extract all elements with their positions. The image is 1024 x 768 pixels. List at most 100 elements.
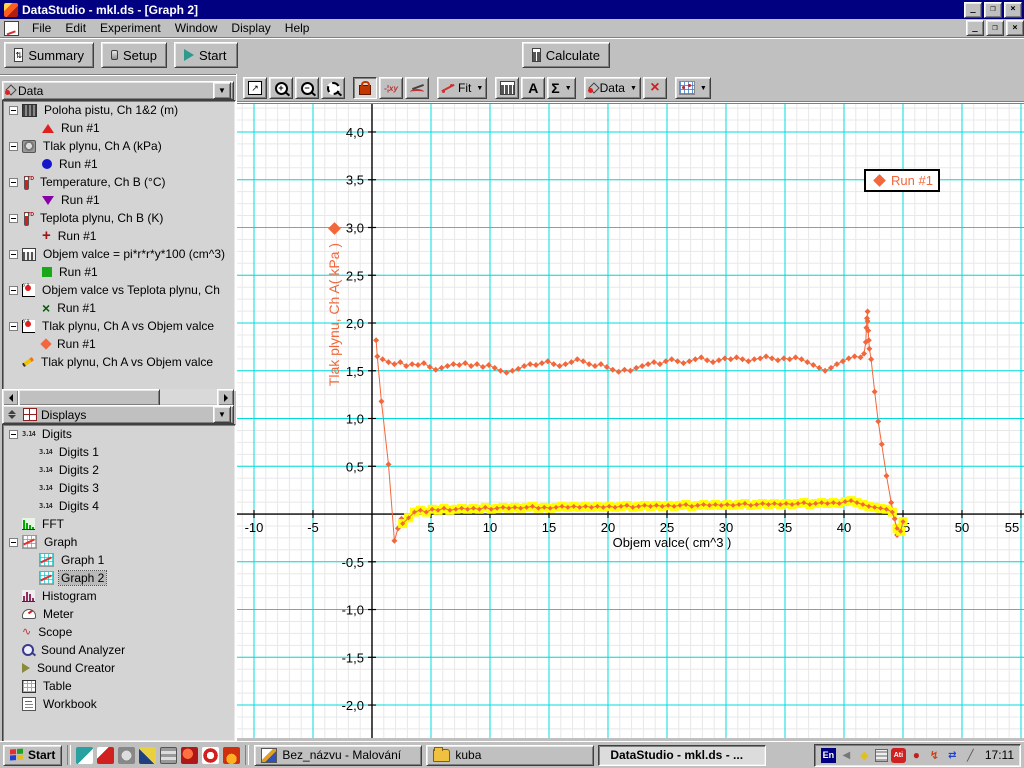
graph-document-icon[interactable] (4, 21, 19, 36)
diamond-tray-icon[interactable]: ◆ (857, 748, 872, 763)
data-dropdown-button[interactable]: ▼ (213, 82, 231, 99)
display-item[interactable]: 3.14Digits (3, 425, 235, 443)
display-child-item[interactable]: 3.14Digits 3 (3, 479, 235, 497)
expand-box[interactable] (9, 214, 18, 223)
data-item[interactable]: Tlak plynu, Ch A vs Objem valce (3, 317, 235, 335)
dropdown-arrow-icon[interactable]: ▼ (630, 85, 637, 92)
expand-box[interactable] (9, 250, 18, 259)
scroll-right-button[interactable] (217, 389, 234, 406)
expand-box[interactable] (9, 538, 18, 547)
power-tray-icon[interactable]: ↯ (927, 748, 942, 763)
run-item[interactable]: ×Run #1 (3, 299, 235, 317)
mdi-close-button[interactable]: × (1006, 20, 1024, 36)
data-panel-header[interactable]: Data ▼ (2, 81, 234, 100)
title-bar[interactable]: DataStudio - mkl.ds - [Graph 2] _ ❐ × (0, 0, 1024, 19)
display-item[interactable]: Meter (3, 605, 235, 623)
pen-icon[interactable] (139, 747, 156, 764)
data-item[interactable]: Poloha pistu, Ch 1&2 (m) (3, 101, 235, 119)
mdi-restore-button[interactable]: ❐ (986, 20, 1004, 36)
zoom-out-button[interactable]: − (295, 77, 319, 99)
run-item[interactable]: +Run #1 (3, 227, 235, 245)
smart-tool-button[interactable] (353, 77, 377, 99)
paint-icon[interactable] (76, 747, 93, 764)
dragon-icon[interactable] (181, 747, 198, 764)
flames-icon[interactable] (223, 747, 240, 764)
opera-icon[interactable] (202, 747, 219, 764)
keyboard-layout-indicator[interactable]: En (821, 748, 836, 763)
close-button[interactable]: × (1004, 2, 1022, 18)
data-item[interactable]: Tlak plynu, Ch A vs Objem valce (3, 353, 235, 371)
task-button-1[interactable]: Bez_názvu - Malování (254, 745, 422, 766)
data-item[interactable]: Temperature, Ch B (°C) (3, 173, 235, 191)
data-menu-button[interactable]: Data▼ (584, 77, 641, 99)
bird-icon[interactable] (118, 747, 135, 764)
slope-tool-button[interactable] (405, 77, 429, 99)
display-child-item[interactable]: 3.14Digits 2 (3, 461, 235, 479)
menu-item-experiment[interactable]: Experiment (93, 19, 168, 37)
data-item[interactable]: Tlak plynu, Ch A (kPa) (3, 137, 235, 155)
figure-tray-icon[interactable]: ● (909, 748, 924, 763)
menu-item-display[interactable]: Display (224, 19, 277, 37)
minimize-button[interactable]: _ (964, 2, 982, 18)
task-button-2[interactable]: kuba (426, 745, 594, 766)
calculate-button[interactable]: Calculate (522, 42, 610, 68)
calculate-button[interactable] (495, 77, 519, 99)
ati-tray-icon[interactable]: Ati (891, 748, 906, 763)
data-item[interactable]: Objem valce vs Teplota plynu, Ch (3, 281, 235, 299)
legend[interactable]: Run #1 (864, 169, 940, 192)
scrollbar-thumb[interactable] (18, 389, 160, 406)
data-item[interactable]: Teplota plynu, Ch B (K) (3, 209, 235, 227)
dropdown-arrow-icon[interactable]: ▼ (565, 85, 572, 92)
display-child-item[interactable]: 3.14Digits 1 (3, 443, 235, 461)
statistics-button[interactable]: Σ▼ (547, 77, 575, 99)
summary-button[interactable]: ⇅ Summary (4, 42, 94, 68)
display-item[interactable]: Graph (3, 533, 235, 551)
show-xy-tool-button[interactable]: -¦xy (379, 77, 403, 99)
display-child-item[interactable]: Graph 1 (3, 551, 235, 569)
mdi-minimize-button[interactable]: _ (966, 20, 984, 36)
run-item[interactable]: Run #1 (3, 191, 235, 209)
delete-button[interactable]: × (643, 77, 667, 99)
display-item[interactable]: Sound Analyzer (3, 641, 235, 659)
menu-item-help[interactable]: Help (278, 19, 317, 37)
fit-menu-button[interactable]: Fit▼ (437, 77, 487, 99)
expand-box[interactable] (9, 106, 18, 115)
dropdown-arrow-icon[interactable]: ▼ (476, 85, 483, 92)
expand-box[interactable] (9, 286, 18, 295)
menu-item-window[interactable]: Window (168, 19, 225, 37)
start-button[interactable]: Start (174, 42, 238, 68)
run-item[interactable]: Run #1 (3, 335, 235, 353)
display-item[interactable]: ∿Scope (3, 623, 235, 641)
displays-dropdown-button[interactable]: ▼ (213, 406, 231, 423)
setup-button[interactable]: Setup (101, 42, 167, 68)
display-child-item[interactable]: Graph 2 (3, 569, 235, 587)
scale-to-fit-button[interactable]: ↗ (243, 77, 267, 99)
display-item[interactable]: Workbook (3, 695, 235, 713)
menu-item-edit[interactable]: Edit (58, 19, 93, 37)
task-button-3[interactable]: DataStudio - mkl.ds - ... (598, 745, 766, 766)
acrobat-icon[interactable] (97, 747, 114, 764)
expand-box[interactable] (9, 430, 18, 439)
display-item[interactable]: Sound Creator (3, 659, 235, 677)
expand-box[interactable] (9, 142, 18, 151)
run-item[interactable]: Run #1 (3, 155, 235, 173)
run-item[interactable]: Run #1 (3, 263, 235, 281)
restore-button[interactable]: ❐ (984, 2, 1002, 18)
chart-canvas[interactable]: 4,03,53,02,52,01,51,00,5-0,5-1,0-1,5-2,0… (237, 104, 1024, 738)
calculator-icon[interactable] (160, 747, 177, 764)
display-item[interactable]: FFT (3, 515, 235, 533)
zoom-select-button[interactable] (321, 77, 345, 99)
graph-settings-button[interactable]: ▼ (675, 77, 711, 99)
dropdown-arrow-icon[interactable]: ▼ (700, 85, 707, 92)
y-axis-title[interactable]: Tlak plynu, Ch A( kPa ) (321, 224, 347, 386)
splitter-icon[interactable] (5, 407, 19, 422)
run-item[interactable]: Run #1 (3, 119, 235, 137)
display-child-item[interactable]: 3.14Digits 4 (3, 497, 235, 515)
scroll-left-button[interactable] (2, 389, 19, 406)
menu-item-file[interactable]: File (25, 19, 58, 37)
pen-tray-icon[interactable]: ╱ (963, 748, 978, 763)
text-annotation-button[interactable]: A (521, 77, 545, 99)
zoom-in-button[interactable]: + (269, 77, 293, 99)
data-tree-hscrollbar[interactable] (2, 389, 234, 404)
scheduler-tray-icon[interactable] (875, 749, 888, 762)
